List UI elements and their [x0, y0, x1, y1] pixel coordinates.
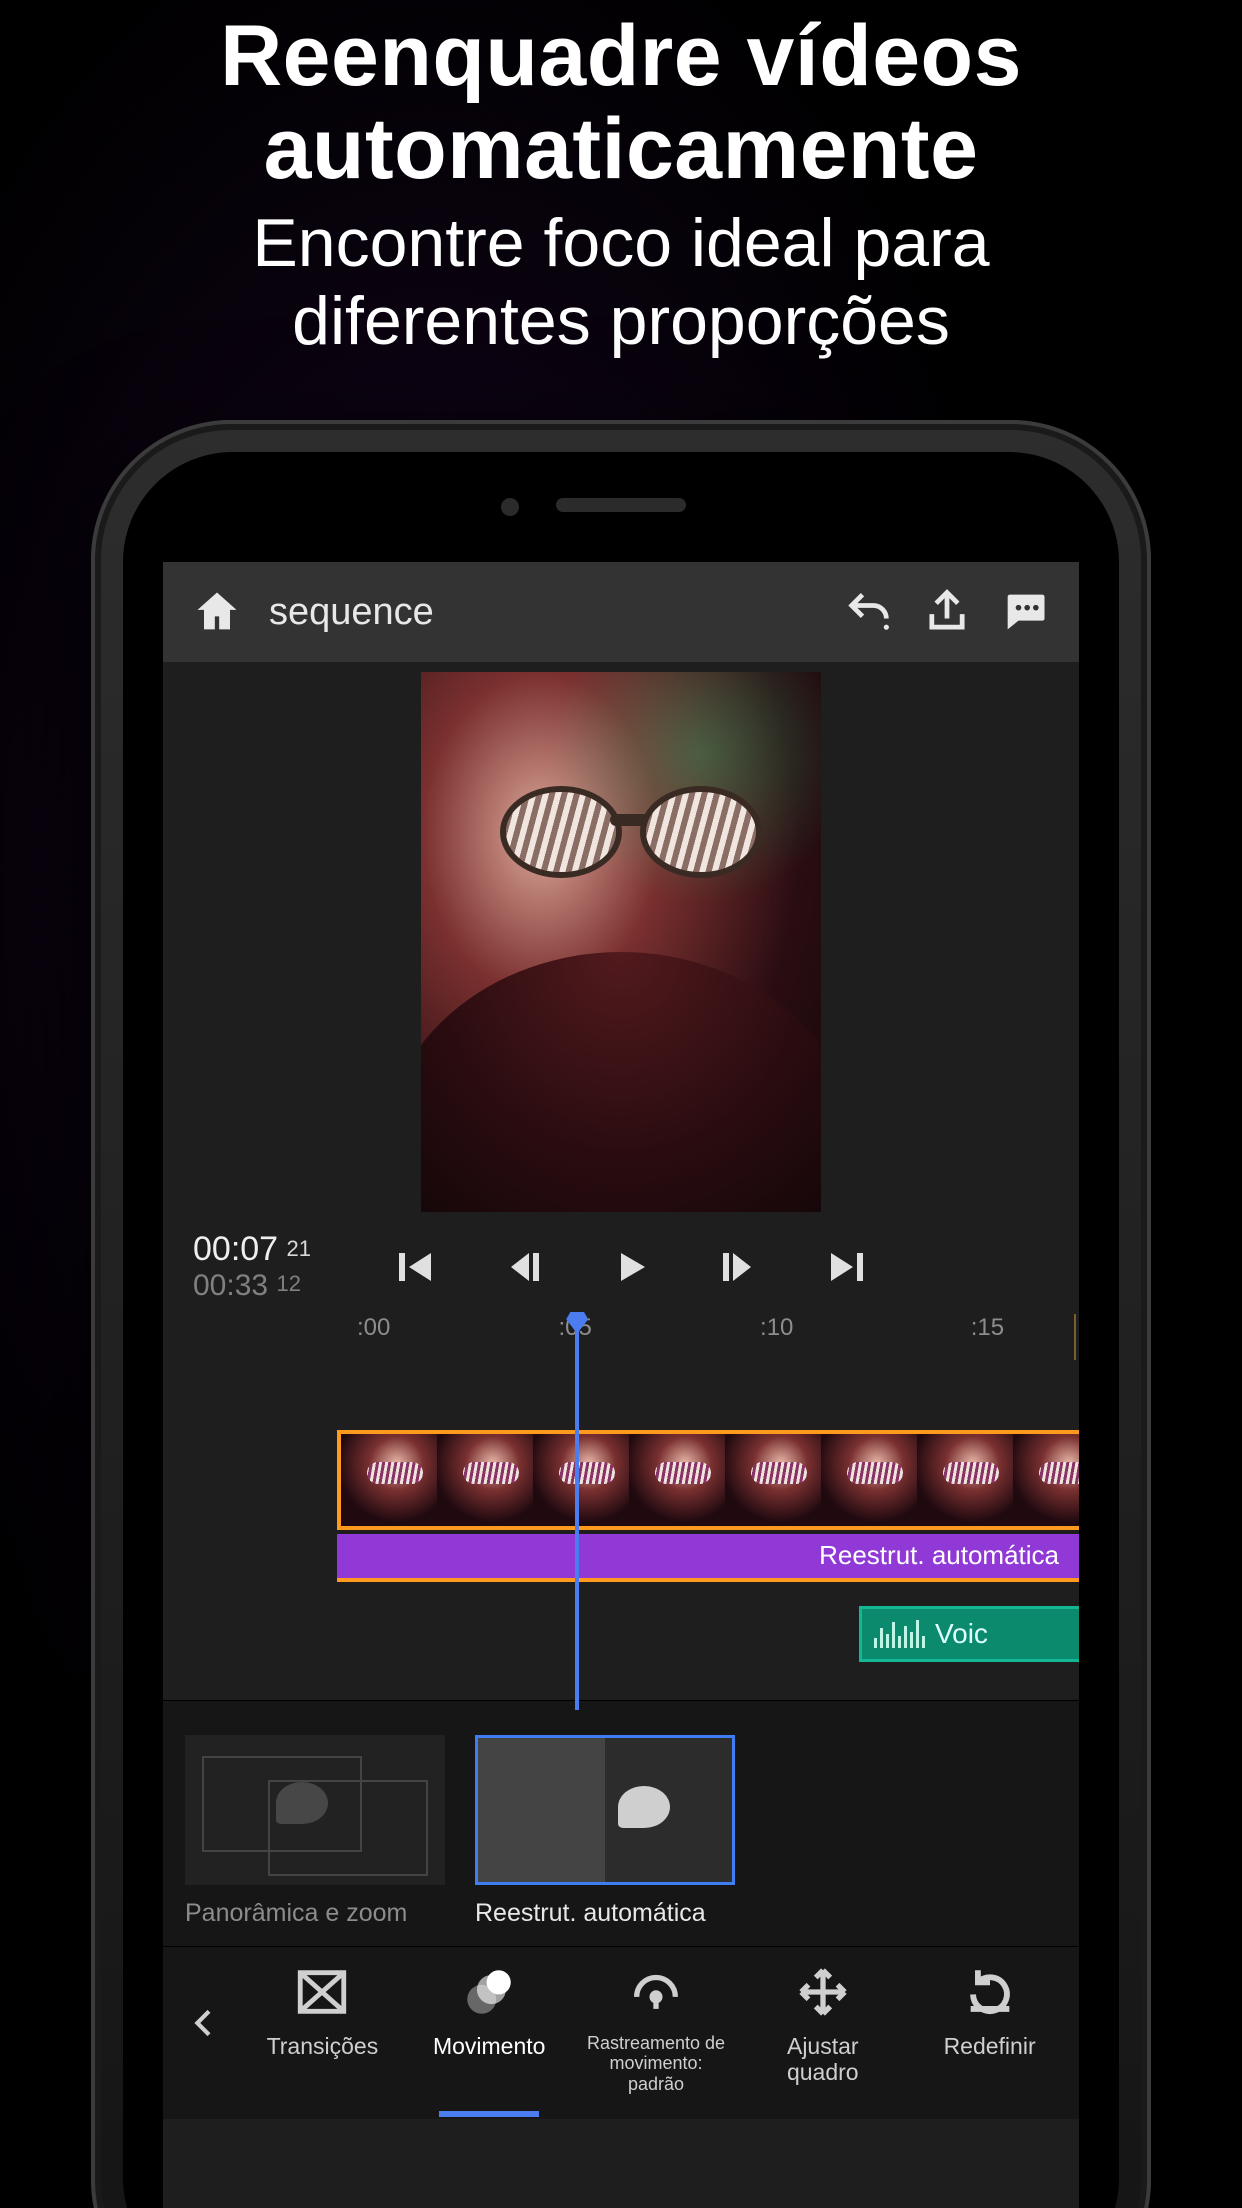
skip-start-icon[interactable] — [391, 1243, 439, 1291]
promo-sub-l2: diferentes proporções — [292, 283, 950, 359]
tracking-icon — [627, 1963, 685, 2021]
bottom-toolbar: Transições Movimento Rastreamento demovi… — [163, 1946, 1079, 2119]
ruler-tick: :15 — [971, 1314, 1004, 1342]
tool-reset[interactable]: Redefinir — [906, 1963, 1073, 2095]
comment-icon[interactable] — [999, 586, 1051, 638]
tool-label: Redefinir — [944, 2033, 1036, 2059]
project-title: sequence — [269, 591, 434, 634]
video-preview-area — [163, 662, 1079, 1222]
app-screen: sequence — [163, 562, 1079, 2208]
back-button[interactable] — [169, 1963, 239, 2083]
app-bar: sequence — [163, 562, 1079, 662]
undo-icon[interactable] — [843, 586, 895, 638]
phone-speaker — [556, 498, 686, 512]
timecode-current: 00:07 — [193, 1230, 278, 1268]
tool-transitions[interactable]: Transições — [239, 1963, 406, 2095]
effect-bar[interactable]: Reestrut. automática — [337, 1534, 1079, 1582]
video-clip[interactable] — [337, 1430, 1079, 1530]
promo-subtitle: Encontre foco ideal para diferentes prop… — [0, 204, 1242, 360]
clip-edge-marker — [1074, 1314, 1076, 1364]
frame-forward-icon[interactable] — [715, 1243, 763, 1291]
option-pan-zoom[interactable]: Panorâmica e zoom — [185, 1735, 445, 1928]
phone-frame: sequence — [91, 420, 1151, 2208]
phone-camera — [501, 498, 519, 516]
tool-motion-tracking[interactable]: Rastreamento demovimento:padrão — [573, 1963, 740, 2095]
ruler-tick: :10 — [760, 1314, 793, 1342]
effect-bar-label: Reestrut. automática — [819, 1540, 1059, 1571]
motion-options: Panorâmica e zoom Reestrut. automática — [163, 1700, 1079, 1946]
timecode-total-frames: 12 — [277, 1271, 301, 1296]
ruler-tick: :00 — [357, 1314, 390, 1342]
timecode-current-frames: 21 — [287, 1236, 311, 1261]
skip-end-icon[interactable] — [823, 1243, 871, 1291]
option-label: Panorâmica e zoom — [185, 1899, 445, 1928]
promo-text: Reenquadre vídeos automaticamente Encont… — [0, 0, 1242, 360]
promo-sub-l1: Encontre foco ideal para — [252, 205, 989, 281]
waveform-icon — [874, 1620, 925, 1648]
promo-title-l1: Reenquadre vídeos — [220, 8, 1022, 104]
transport-bar: 00:07 21 00:33 12 — [163, 1222, 1079, 1310]
playhead[interactable] — [575, 1314, 579, 1710]
play-icon[interactable] — [607, 1243, 655, 1291]
fit-frame-icon — [794, 1963, 852, 2021]
motion-icon — [460, 1963, 518, 2021]
time-ruler[interactable]: :00 :05 :10 :15 — [163, 1310, 1079, 1360]
promo-title: Reenquadre vídeos automaticamente — [0, 10, 1242, 196]
audio-clip-label: Voic — [935, 1618, 988, 1650]
timeline[interactable]: Reestrut. automática Voic — [163, 1360, 1079, 1700]
promo-title-l2: automaticamente — [264, 101, 979, 197]
tool-label: Ajustarquadro — [787, 2033, 859, 2086]
transitions-icon — [293, 1963, 351, 2021]
share-icon[interactable] — [921, 586, 973, 638]
tool-motion[interactable]: Movimento — [406, 1963, 573, 2095]
audio-clip[interactable]: Voic — [859, 1606, 1079, 1662]
tool-label: Transições — [267, 2033, 379, 2059]
reset-icon — [961, 1963, 1019, 2021]
tool-label: Rastreamento demovimento:padrão — [587, 2033, 725, 2095]
option-label: Reestrut. automática — [475, 1899, 735, 1928]
frame-back-icon[interactable] — [499, 1243, 547, 1291]
timecodes: 00:07 21 00:33 12 — [193, 1230, 311, 1304]
video-preview[interactable] — [421, 672, 821, 1212]
option-auto-reframe[interactable]: Reestrut. automática — [475, 1735, 735, 1928]
home-icon[interactable] — [191, 586, 243, 638]
tool-fit-frame[interactable]: Ajustarquadro — [739, 1963, 906, 2095]
tool-label: Movimento — [433, 2033, 545, 2059]
timecode-total: 00:33 — [193, 1269, 268, 1302]
